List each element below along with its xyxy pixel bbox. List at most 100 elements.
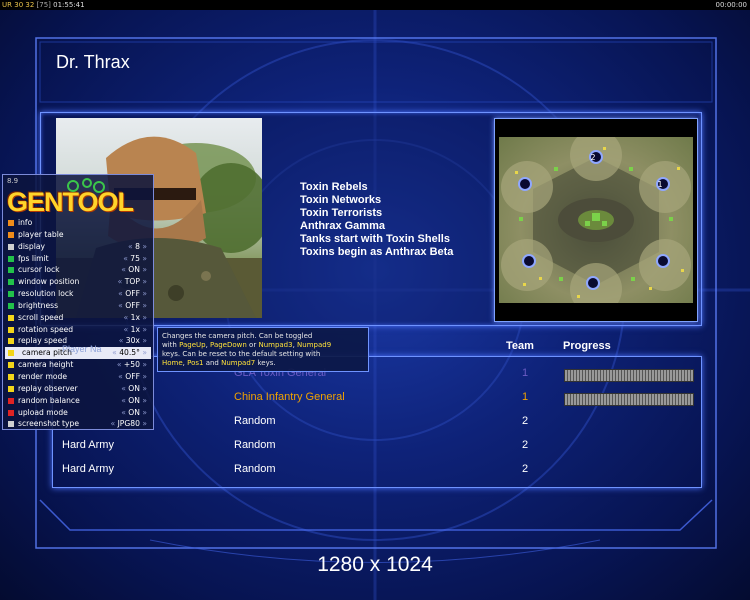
option-value[interactable]: « TOP » — [118, 276, 147, 288]
option-status-icon — [8, 267, 14, 274]
player-row[interactable]: Hard Army Random 2 — [0, 463, 750, 483]
decrease-arrow-icon[interactable]: « — [119, 336, 126, 345]
gentool-option-upload-mode[interactable]: upload mode « ON » — [5, 407, 151, 419]
option-value-text: 40.5° — [119, 348, 140, 358]
status-bar: UR 30 32 [75] 01:55:41 00:00:00 — [0, 0, 750, 10]
option-value-text: JPG80 — [117, 419, 140, 429]
tooltip-text: keys. Can be reset to the default settin… — [162, 350, 321, 358]
option-value[interactable]: « 40.5° » — [112, 347, 147, 359]
tooltip-text: with — [162, 341, 180, 349]
rule-line: Tanks start with Toxin Shells — [300, 233, 450, 245]
option-label: rotation speed — [18, 324, 74, 334]
player-name: Hard Army — [62, 463, 114, 475]
option-status-icon — [8, 279, 14, 286]
option-label: replay observer — [18, 383, 78, 393]
option-label: fps limit — [18, 253, 49, 263]
player-row[interactable]: Hard Army Random 2 — [0, 439, 750, 459]
option-value[interactable]: « OFF » — [118, 288, 147, 300]
increase-arrow-icon[interactable]: » — [140, 384, 147, 393]
option-value-text: ON — [128, 383, 140, 393]
increase-arrow-icon[interactable]: » — [140, 325, 147, 334]
option-value[interactable]: « JPG80 » — [111, 418, 148, 430]
option-status-icon — [8, 220, 14, 226]
tooltip-text: and — [203, 359, 222, 367]
player-army: Random — [234, 463, 276, 475]
option-value[interactable]: « +50 » — [117, 359, 147, 371]
increase-arrow-icon[interactable]: » — [140, 360, 147, 369]
option-value[interactable]: « 30x » — [119, 335, 147, 347]
elapsed-time: 01:55:41 — [53, 1, 85, 9]
gentool-menu[interactable]: 8.9 GENTOOL info player table display « 8 »… — [2, 174, 154, 430]
gentool-option-scroll-speed[interactable]: scroll speed « 1x » — [5, 312, 151, 324]
option-label: screenshot type — [18, 419, 80, 429]
bracket-value: [75] — [36, 1, 51, 9]
option-value-text: OFF — [125, 289, 140, 299]
status-right-time: 00:00:00 — [715, 1, 747, 9]
increase-arrow-icon[interactable]: » — [140, 396, 147, 405]
gentool-option-random-balance[interactable]: random balance « ON » — [5, 395, 151, 407]
gentool-option-replay-observer[interactable]: replay observer « ON » — [5, 383, 151, 395]
player-name-header: Player Na — [62, 344, 102, 354]
option-value[interactable]: « OFF » — [118, 371, 147, 383]
option-label: display — [18, 241, 45, 251]
option-value[interactable]: « 75 » — [123, 253, 147, 265]
option-value[interactable]: « ON » — [121, 264, 147, 276]
increase-arrow-icon[interactable]: » — [140, 242, 147, 251]
option-label: player table — [18, 229, 64, 239]
increase-arrow-icon[interactable]: » — [140, 265, 147, 274]
gentool-options: info player table display « 8 » fps limit « 7… — [5, 217, 151, 430]
increase-arrow-icon[interactable]: » — [140, 313, 147, 322]
option-value[interactable]: « ON » — [121, 395, 147, 407]
increase-arrow-icon[interactable]: » — [140, 336, 147, 345]
map-rules: Toxin Rebels Toxin Networks Toxin Terror… — [300, 181, 453, 259]
option-value[interactable]: « ON » — [121, 407, 147, 419]
option-status-icon — [8, 314, 14, 321]
tooltip-text: Changes the camera pitch. Can be toggled — [162, 332, 313, 340]
increase-arrow-icon[interactable]: » — [140, 277, 147, 286]
gentool-option-display[interactable]: display « 8 » — [5, 241, 151, 253]
option-value-text: TOP — [124, 277, 140, 287]
increase-arrow-icon[interactable]: » — [140, 254, 147, 263]
increase-arrow-icon[interactable]: » — [140, 419, 147, 428]
option-value[interactable]: « ON » — [121, 383, 147, 395]
increase-arrow-icon[interactable]: » — [140, 301, 147, 310]
gentool-option-camera-height[interactable]: camera height « +50 » — [5, 359, 151, 371]
gentool-option-fps-limit[interactable]: fps limit « 75 » — [5, 253, 151, 265]
option-status-icon — [8, 385, 14, 392]
gentool-option-cursor-lock[interactable]: cursor lock « ON » — [5, 264, 151, 276]
option-value-text: ON — [128, 265, 140, 275]
key-numpad7: Numpad7 — [221, 359, 256, 367]
minimap[interactable]: 2 1 — [494, 118, 698, 322]
option-value-text: +50 — [123, 360, 140, 370]
gentool-option-rotation-speed[interactable]: rotation speed « 1x » — [5, 324, 151, 336]
option-value[interactable]: « 8 » — [128, 241, 147, 253]
increase-arrow-icon[interactable]: » — [140, 372, 147, 381]
player-team: 1 — [522, 367, 529, 379]
gentool-option-info[interactable]: info — [5, 217, 151, 229]
gentool-option-brightness[interactable]: brightness « OFF » — [5, 300, 151, 312]
option-status-icon — [8, 291, 14, 298]
decrease-arrow-icon[interactable]: « — [118, 277, 125, 286]
team-header: Team — [506, 340, 534, 352]
decrease-arrow-icon[interactable]: « — [124, 313, 131, 322]
option-status-icon — [8, 362, 14, 369]
gentool-option-player-table[interactable]: player table — [5, 229, 151, 241]
gentool-option-render-mode[interactable]: render mode « OFF » — [5, 371, 151, 383]
gentool-option-window-position[interactable]: window position « TOP » — [5, 276, 151, 288]
increase-arrow-icon[interactable]: » — [140, 289, 147, 298]
increase-arrow-icon[interactable]: » — [140, 408, 147, 417]
option-value[interactable]: « 1x » — [124, 312, 147, 324]
option-status-icon — [8, 373, 14, 380]
increase-arrow-icon[interactable]: » — [140, 348, 147, 357]
tooltip-text: or — [246, 341, 259, 349]
option-label: render mode — [18, 371, 68, 381]
option-label: replay speed — [18, 336, 68, 346]
decrease-arrow-icon[interactable]: « — [117, 360, 124, 369]
option-label: upload mode — [18, 407, 68, 417]
option-value[interactable]: « OFF » — [118, 300, 147, 312]
gentool-option-screenshot-type[interactable]: screenshot type « JPG80 » — [5, 418, 151, 430]
gentool-option-resolution-lock[interactable]: resolution lock « OFF » — [5, 288, 151, 300]
option-value[interactable]: « 1x » — [124, 324, 147, 336]
decrease-arrow-icon[interactable]: « — [124, 325, 131, 334]
decrease-arrow-icon[interactable]: « — [111, 419, 118, 428]
